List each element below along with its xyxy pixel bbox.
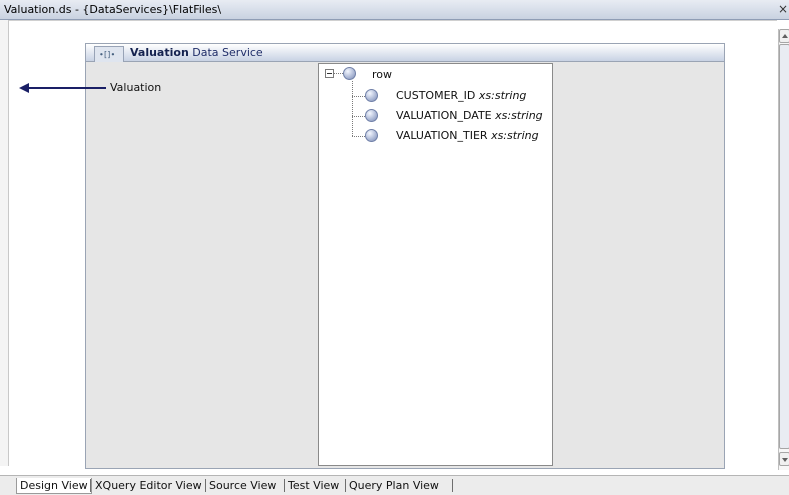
tab-divider: [90, 479, 91, 492]
tree-connector: [334, 73, 343, 74]
vertical-scrollbar[interactable]: [778, 29, 789, 470]
schema-element[interactable]: VALUATION_TIER xs:string: [396, 129, 539, 142]
tab-source-view[interactable]: Source View: [206, 478, 279, 494]
return-type-schema: row CUSTOMER_ID xs:string VALUATION_DATE…: [318, 63, 553, 466]
chevron-down-icon: [782, 458, 788, 462]
source-label[interactable]: Valuation: [110, 81, 161, 94]
scroll-down-button[interactable]: [779, 452, 789, 466]
tab-divider: [452, 479, 453, 492]
schema-node-icon: [343, 67, 356, 80]
tree-connector: [352, 96, 365, 97]
tree-connector: [352, 136, 365, 137]
data-service-suffix: Data Service: [192, 46, 263, 59]
tab-design-view[interactable]: Design View: [16, 478, 92, 494]
collapse-toggle-icon[interactable]: [325, 69, 334, 78]
schema-element-icon: [365, 89, 378, 102]
schema-element-icon: [365, 109, 378, 122]
editor-title: Valuation.ds - {DataServices}\FlatFiles\: [4, 3, 222, 16]
tab-xquery-editor-view[interactable]: XQuery Editor View: [92, 478, 205, 494]
scroll-up-button[interactable]: [779, 29, 789, 43]
editor-title-bar: Valuation.ds - {DataServices}\FlatFiles\…: [0, 0, 789, 20]
close-icon[interactable]: ×: [778, 2, 789, 16]
schema-element-icon: [365, 129, 378, 142]
schema-element-name: CUSTOMER_ID: [396, 89, 476, 102]
tab-query-plan-view[interactable]: Query Plan View: [346, 478, 442, 494]
schema-element-type: xs:string: [495, 109, 543, 122]
data-service-icon-tab[interactable]: ∙[]∙: [94, 46, 124, 62]
schema-element-type: xs:string: [491, 129, 539, 142]
schema-element-type: xs:string: [478, 89, 527, 102]
scrollbar-thumb[interactable]: [779, 44, 789, 449]
schema-element-name: VALUATION_DATE: [396, 109, 492, 122]
data-service-name: Valuation: [130, 46, 189, 59]
data-service-title: Valuation Data Service: [130, 46, 263, 59]
tree-connector: [352, 81, 353, 136]
chevron-up-icon: [782, 34, 788, 38]
data-service-icon: ∙[]∙: [99, 50, 115, 59]
source-connector-line: [27, 87, 106, 89]
schema-root-label[interactable]: row: [372, 68, 392, 81]
tree-connector: [352, 116, 365, 117]
schema-element[interactable]: VALUATION_DATE xs:string: [396, 109, 543, 122]
schema-element[interactable]: CUSTOMER_ID xs:string: [396, 89, 526, 102]
schema-element-name: VALUATION_TIER: [396, 129, 488, 142]
tab-test-view[interactable]: Test View: [285, 478, 342, 494]
editor-frame-left: [0, 20, 9, 466]
data-service-header: ∙[]∙ Valuation Data Service: [86, 44, 724, 62]
view-tab-bar: Design View XQuery Editor View Source Vi…: [0, 475, 789, 495]
